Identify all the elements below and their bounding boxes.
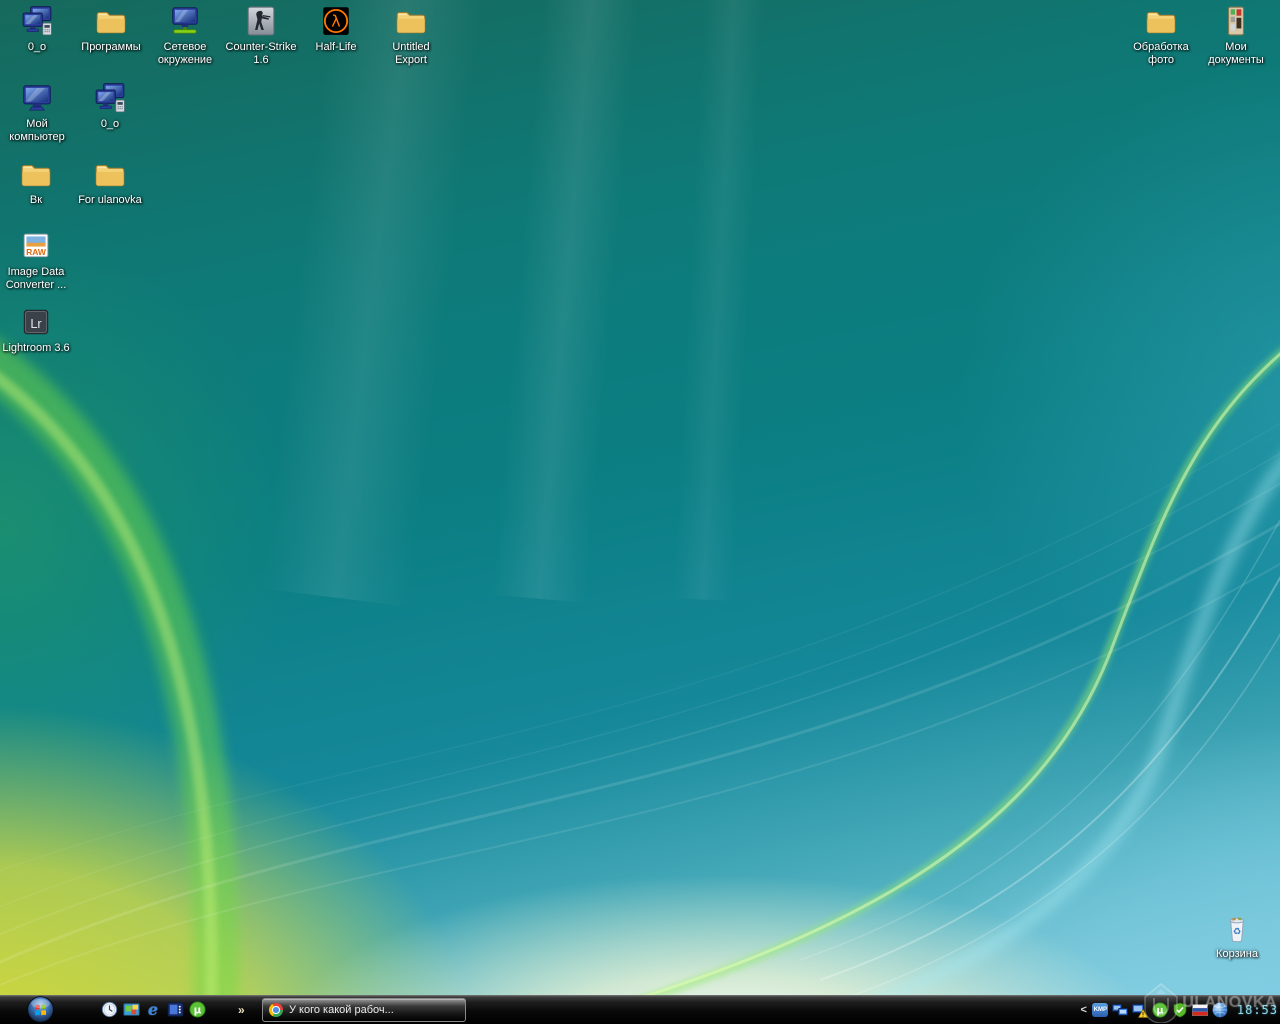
chrome-icon xyxy=(269,1003,283,1017)
desktop-icon-label: Программы xyxy=(81,41,141,53)
tray-clock[interactable]: 18:53 xyxy=(1237,1003,1278,1017)
desktop-icon-network-places[interactable]: Сетевое окружение xyxy=(149,4,221,67)
image-data-converter-icon xyxy=(19,229,53,263)
network-warning-tray-icon[interactable] xyxy=(1132,1001,1149,1018)
my-computer-icon xyxy=(20,81,54,115)
workstation-icon xyxy=(20,4,54,38)
internet-explorer-icon[interactable]: e xyxy=(144,1001,162,1019)
desktop-icon-lightroom[interactable]: Lightroom 3.6 xyxy=(0,305,72,355)
language-ru-flag-icon[interactable] xyxy=(1192,1001,1209,1018)
folder-icon xyxy=(1144,4,1178,38)
desktop-icon-label: Image Data Converter ... xyxy=(5,266,67,292)
network-computers-tray-icon[interactable] xyxy=(1112,1001,1129,1018)
half-life-icon xyxy=(319,4,353,38)
security-shield-tray-icon[interactable] xyxy=(1172,1001,1189,1018)
windows-orb-icon xyxy=(27,996,54,1023)
svg-text:µ: µ xyxy=(1157,1005,1164,1016)
utorrent-icon[interactable]: µ xyxy=(188,1001,206,1019)
desktop-icon-label: Untitled Export xyxy=(392,41,430,67)
task-button-title: У кого какой рабоч... xyxy=(289,1004,394,1016)
desktop-icon-label: Вк xyxy=(29,194,43,206)
desktop-icon-recycle-bin[interactable]: Корзина xyxy=(1201,911,1273,961)
image-viewer-icon[interactable] xyxy=(122,1001,140,1019)
desktop-icon-photo-processing[interactable]: Обработка фото xyxy=(1125,4,1197,67)
my-documents-icon xyxy=(1219,4,1253,38)
folder-icon xyxy=(93,157,127,191)
quick-launch-overflow-chevron[interactable]: » xyxy=(238,1003,245,1017)
desktop-icon-label: For ulanovka xyxy=(78,194,142,206)
light-shaft xyxy=(491,0,644,603)
desktop-icon-label: Мой компьютер xyxy=(9,118,65,144)
tray-collapse-chevron[interactable]: < xyxy=(1080,1004,1086,1016)
desktop-icon-label: Сетевое окружение xyxy=(157,41,213,67)
desktop-wallpaper xyxy=(0,0,1280,1024)
desktop-icon-label: Обработка фото xyxy=(1133,41,1189,67)
utorrent-tray-icon[interactable]: µ xyxy=(1152,1001,1169,1018)
quick-launch-bar: e µ » xyxy=(100,995,245,1024)
lightroom-icon xyxy=(19,305,53,339)
folder-icon xyxy=(19,157,53,191)
task-button-chrome-window[interactable]: У кого какой рабоч... xyxy=(262,998,466,1022)
clock-quicklaunch-icon[interactable] xyxy=(100,1001,118,1019)
folder-icon xyxy=(394,4,428,38)
aurora-ribbons xyxy=(0,340,1280,1024)
media-player-icon[interactable] xyxy=(166,1001,184,1019)
desktop-icon-label: Half-Life xyxy=(315,41,357,53)
kmplayer-tray-icon[interactable]: KMP xyxy=(1092,1001,1109,1018)
network-places-icon xyxy=(168,4,202,38)
desktop-icon-label: Lightroom 3.6 xyxy=(2,342,70,354)
desktop-icon-0-o-2[interactable]: 0_o xyxy=(74,81,146,131)
desktop-icon-programmy[interactable]: Программы xyxy=(75,4,147,54)
desktop-icon-for-ulanovka[interactable]: For ulanovka xyxy=(74,157,146,207)
recycle-bin-full-icon xyxy=(1220,911,1254,945)
workstation-icon xyxy=(93,81,127,115)
desktop-icon-my-computer[interactable]: Мой компьютер xyxy=(1,81,73,144)
start-button[interactable] xyxy=(27,996,54,1023)
system-tray: < KMP µ 18:53 xyxy=(1080,995,1278,1024)
desktop-icon-half-life[interactable]: Half-Life xyxy=(300,4,372,54)
light-shaft xyxy=(672,0,768,602)
desktop-icon-0-o[interactable]: 0_o xyxy=(1,4,73,54)
desktop-icon-counter-strike[interactable]: Counter-Strike 1.6 xyxy=(225,4,297,67)
desktop-icon-label: Counter-Strike 1.6 xyxy=(225,41,297,67)
desktop-icon-image-data-converter[interactable]: Image Data Converter ... xyxy=(0,229,72,292)
desktop-icon-label: 0_o xyxy=(27,41,47,53)
counter-strike-icon xyxy=(244,4,278,38)
desktop-icon-my-documents[interactable]: Мои документы xyxy=(1200,4,1272,67)
light-shaft xyxy=(260,0,490,607)
desktop-icon-vk[interactable]: Вк xyxy=(0,157,72,207)
folder-icon xyxy=(94,4,128,38)
desktop-icon-label: Мои документы xyxy=(1208,41,1264,67)
desktop-screen: λ RAW Lr xyxy=(0,0,1280,1024)
taskbar: e µ » У кого какой рабоч... < KMP µ 18:5… xyxy=(0,995,1280,1024)
desktop-icon-label: 0_o xyxy=(100,118,120,130)
utorrent-glyph: µ xyxy=(193,1004,201,1016)
globe-tray-icon[interactable] xyxy=(1212,1001,1229,1018)
desktop-icon-label: Корзина xyxy=(1216,948,1258,960)
desktop-icon-untitled-export[interactable]: Untitled Export xyxy=(375,4,447,67)
